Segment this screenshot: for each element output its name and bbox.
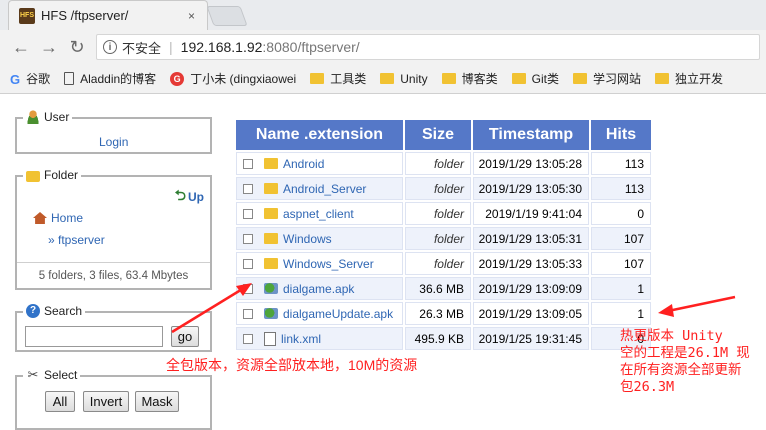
folder-icon: [511, 73, 526, 84]
bookmark-label: 学习网站: [592, 72, 641, 86]
new-tab-button[interactable]: [206, 6, 248, 26]
bookmark-blogs[interactable]: 博客类: [441, 70, 498, 87]
bookmarks-bar: G 谷歌 Aladdin的博客 G 丁小未 (dingxiaowei 工具类 Uni…: [0, 64, 766, 94]
tab-title: HFS /ftpserver/: [41, 8, 129, 23]
back-icon[interactable]: ←: [10, 36, 32, 58]
info-icon[interactable]: i: [103, 40, 117, 54]
address-bar[interactable]: i 不安全 | 192.168.1.92:8080/ftpserver/: [96, 34, 760, 60]
doc-icon: [64, 72, 75, 85]
hot-update-note-line: 热更版本 Unity: [620, 328, 723, 344]
red-g-icon: G: [170, 71, 185, 86]
bookmark-unity[interactable]: Unity: [380, 71, 428, 86]
hfs-favicon-icon: HFS: [19, 7, 35, 24]
arrow-to-dialgame-update: [658, 295, 736, 317]
browser-toolbar: ← → ↻ i 不安全 | 192.168.1.92:8080/ftpserve…: [0, 30, 766, 64]
bookmark-label: 独立开发: [674, 72, 723, 86]
folder-icon: [572, 73, 587, 84]
bookmark-git[interactable]: Git类: [511, 70, 559, 87]
omnibox-separator: |: [169, 39, 173, 55]
bookmark-indie[interactable]: 独立开发: [654, 70, 723, 87]
url-host: 192.168.1.92: [180, 39, 263, 55]
bookmark-label: Git类: [531, 72, 559, 86]
hot-update-note: 热更版本 Unity 空的工程是26.1M 现 在所有资源全部更新 包26.3M: [620, 328, 750, 396]
bookmark-learning[interactable]: 学习网站: [572, 70, 641, 87]
url-path: :8080/ftpserver/: [262, 39, 360, 55]
browser-tab[interactable]: HFS HFS /ftpserver/ ×: [8, 0, 208, 30]
bookmark-tools[interactable]: 工具类: [310, 70, 366, 87]
folder-icon: [310, 73, 325, 84]
reload-icon[interactable]: ↻: [66, 36, 88, 58]
forward-icon[interactable]: →: [38, 36, 60, 58]
close-tab-icon[interactable]: ×: [188, 9, 195, 23]
full-package-note: 全包版本，资源全部放本地，10M的资源: [166, 357, 418, 373]
tab-strip: HFS HFS /ftpserver/ ×: [0, 0, 766, 30]
insecure-label: 不安全: [122, 40, 162, 56]
bookmark-google[interactable]: G 谷歌: [10, 70, 50, 87]
hot-update-note-line: 空的工程是26.1M 现: [620, 345, 750, 361]
bookmark-label: 谷歌: [26, 72, 51, 86]
folder-icon: [380, 73, 395, 84]
folder-icon: [441, 73, 456, 84]
bookmark-aladdin[interactable]: Aladdin的博客: [64, 70, 156, 87]
bookmark-label: 博客类: [461, 72, 498, 86]
hot-update-note-line: 包26.3M: [620, 379, 675, 395]
bookmark-label: Unity: [400, 71, 428, 86]
bookmark-dingxiaowei[interactable]: G 丁小未 (dingxiaowei: [170, 70, 296, 87]
bookmark-label: Aladdin的博客: [80, 72, 157, 86]
bookmark-label: 工具类: [330, 72, 367, 86]
bookmark-label: 丁小未 (dingxiaowei: [190, 72, 297, 86]
arrow-to-dialgame: [171, 283, 252, 334]
hot-update-note-line: 在所有资源全部更新: [620, 362, 742, 378]
folder-icon: [654, 73, 669, 84]
hfs-page: User Login Folder ⮌ Up Home » ftpserver 5…: [0, 95, 766, 430]
google-icon: G: [10, 71, 21, 87]
